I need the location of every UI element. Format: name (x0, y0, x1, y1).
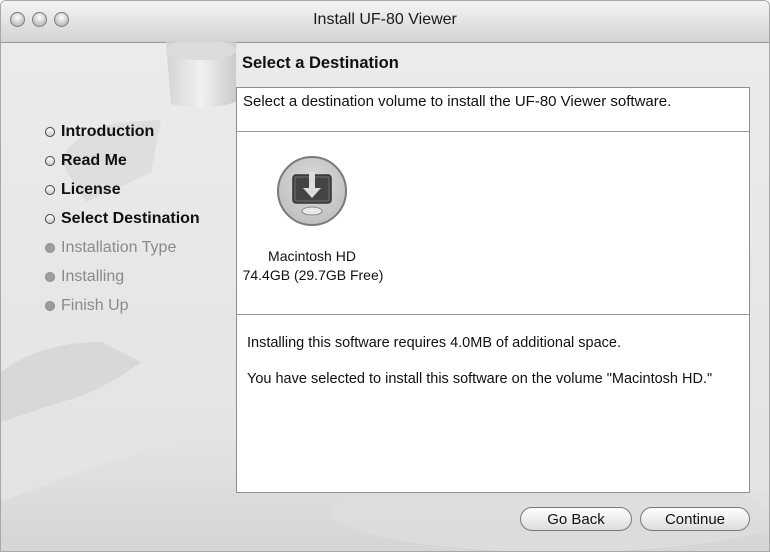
step-bullet (45, 271, 55, 282)
step-label: Read Me (61, 151, 127, 169)
selected-volume-text: You have selected to install this softwa… (247, 371, 713, 387)
go-back-button[interactable]: Go Back (520, 507, 632, 531)
window-title: Install UF-80 Viewer (313, 11, 457, 28)
installer-window: Install UF-80 Viewer Introduction Read M… (0, 0, 770, 552)
step-bullet (45, 242, 55, 253)
step-label: Installing (61, 267, 125, 285)
step-bullet (45, 300, 55, 311)
step-label: Installation Type (61, 238, 177, 256)
continue-button[interactable]: Continue (640, 507, 750, 531)
page-title: Select a Destination (242, 54, 399, 72)
content-panel: Select a destination volume to install t… (236, 87, 750, 493)
step-select-destination: Select Destination (45, 204, 200, 233)
step-finish-up: Finish Up (45, 291, 200, 320)
step-label: Finish Up (61, 296, 129, 314)
step-label: License (61, 180, 121, 198)
volume-macintosh-hd[interactable]: Macintosh HD 74.4GB (29.7GB Free) (237, 132, 387, 312)
space-required-text: Installing this software requires 4.0MB … (247, 335, 621, 351)
description-text: Select a destination volume to install t… (237, 88, 749, 132)
step-introduction: Introduction (45, 117, 200, 146)
step-installing: Installing (45, 262, 200, 291)
step-installation-type: Installation Type (45, 233, 200, 262)
volume-list: Macintosh HD 74.4GB (29.7GB Free) (237, 132, 749, 315)
step-list: Introduction Read Me License Select Dest… (45, 117, 200, 320)
step-bullet (45, 155, 55, 166)
step-bullet (45, 184, 55, 195)
volume-name: Macintosh HD (268, 248, 356, 264)
hard-drive-icon (277, 156, 347, 226)
step-label: Select Destination (61, 209, 200, 227)
step-label: Introduction (61, 122, 155, 140)
step-license: License (45, 175, 200, 204)
step-bullet (45, 126, 55, 137)
step-bullet (45, 213, 55, 224)
volume-info: Installing this software requires 4.0MB … (247, 334, 727, 388)
step-read-me: Read Me (45, 146, 200, 175)
volume-size: 74.4GB (29.7GB Free) (242, 267, 384, 283)
title-bar: Install UF-80 Viewer (1, 1, 769, 43)
